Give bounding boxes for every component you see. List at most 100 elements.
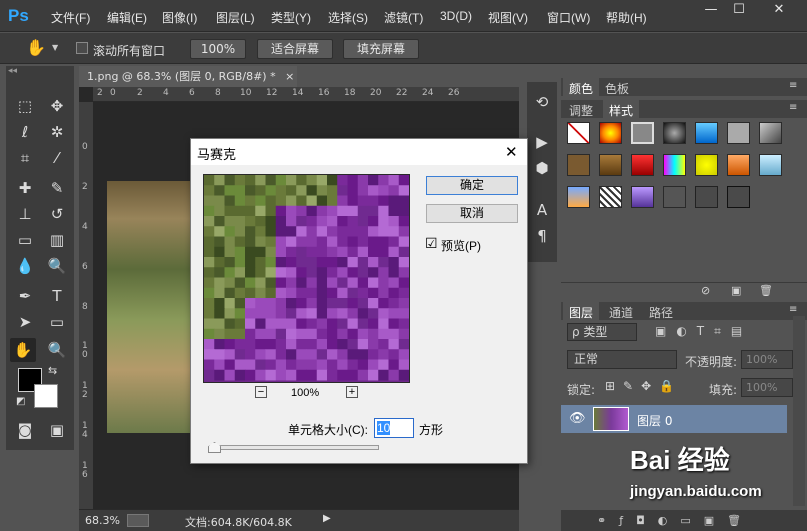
- paragraph-panel-icon[interactable]: ¶: [529, 224, 555, 248]
- 3d-panel-icon[interactable]: ⬢: [529, 156, 555, 180]
- menu-window[interactable]: 窗口(W): [547, 9, 590, 26]
- zoom-level[interactable]: 68.3%: [85, 514, 120, 527]
- style-swatch[interactable]: [631, 186, 654, 208]
- maximize-button[interactable]: ☐: [726, 2, 752, 18]
- status-arrow-icon[interactable]: ▶: [323, 513, 331, 524]
- collapse-icon[interactable]: ◂◂: [8, 66, 17, 76]
- brush-tool-icon[interactable]: ✎: [44, 176, 70, 200]
- quick-mask-icon[interactable]: ◙: [12, 418, 38, 442]
- tab-channels[interactable]: 通道: [609, 304, 633, 321]
- tab-layers[interactable]: 图层: [563, 302, 600, 323]
- scroll-all-checkbox[interactable]: [76, 42, 88, 54]
- filter-preview[interactable]: [203, 174, 410, 383]
- blend-mode-select[interactable]: 正常: [567, 350, 677, 369]
- preview-checkbox[interactable]: ☑: [425, 235, 438, 252]
- zoom-100-button[interactable]: 100%: [190, 39, 246, 59]
- layer-kind-filter[interactable]: ρ 类型: [567, 323, 637, 341]
- gradient-tool-icon[interactable]: ▥: [44, 228, 70, 252]
- style-swatch[interactable]: [663, 186, 686, 208]
- delete-style-icon[interactable]: 🗑: [759, 284, 773, 297]
- style-swatch[interactable]: [567, 186, 590, 208]
- menu-image[interactable]: 图像(I): [162, 9, 197, 26]
- panel-menu-icon[interactable]: ≡: [789, 80, 797, 91]
- rectangle-tool-icon[interactable]: ▭: [44, 310, 70, 334]
- hand-tool-icon[interactable]: ✋: [10, 338, 36, 362]
- style-swatch[interactable]: [631, 122, 654, 144]
- dodge-tool-icon[interactable]: 🔍: [44, 254, 70, 278]
- dialog-titlebar[interactable]: 马赛克 ✕: [191, 139, 527, 165]
- style-swatch[interactable]: [727, 154, 750, 176]
- panel-menu-icon[interactable]: ≡: [789, 304, 797, 315]
- document-tab[interactable]: 1.png @ 68.3% (图层 0, RGB/8#) * ×: [79, 66, 297, 87]
- lock-icons[interactable]: ⊞✎✥🔒: [605, 379, 682, 393]
- menu-help[interactable]: 帮助(H): [606, 9, 647, 26]
- layers-scrollbar[interactable]: [793, 316, 805, 506]
- fit-screen-button[interactable]: 适合屏幕: [257, 39, 333, 59]
- layer-name[interactable]: 图层 0: [637, 412, 672, 429]
- style-swatch[interactable]: [759, 154, 782, 176]
- menu-3d[interactable]: 3D(D): [440, 9, 472, 23]
- menu-type[interactable]: 类型(Y): [271, 9, 311, 26]
- default-colors-icon[interactable]: ◩: [16, 396, 25, 407]
- menu-select[interactable]: 选择(S): [328, 9, 368, 26]
- screen-mode-icon[interactable]: ▣: [44, 418, 70, 442]
- visibility-eye-icon[interactable]: 👁: [569, 411, 586, 426]
- layer-filter-icons[interactable]: ▣◐T⌗▤: [655, 324, 752, 339]
- style-swatch[interactable]: [567, 122, 590, 144]
- healing-brush-tool-icon[interactable]: ✚: [12, 176, 38, 200]
- menu-filter[interactable]: 滤镜(T): [384, 9, 423, 26]
- document-tab-close-icon[interactable]: ×: [285, 70, 294, 83]
- menu-edit[interactable]: 编辑(E): [107, 9, 147, 26]
- tab-swatches[interactable]: 色板: [605, 80, 629, 97]
- eyedropper-tool-icon[interactable]: ⁄: [44, 146, 70, 170]
- style-swatch[interactable]: [727, 186, 750, 208]
- style-swatch[interactable]: [759, 122, 782, 144]
- tab-styles[interactable]: 样式: [603, 100, 640, 121]
- status-options-icon[interactable]: [127, 514, 149, 527]
- style-swatch[interactable]: [695, 122, 718, 144]
- ok-button[interactable]: 确定: [426, 176, 518, 195]
- close-window-button[interactable]: ✕: [758, 2, 800, 18]
- history-panel-icon[interactable]: ⟲: [529, 90, 555, 114]
- tab-paths[interactable]: 路径: [649, 304, 673, 321]
- menu-view[interactable]: 视图(V): [488, 9, 528, 26]
- clear-style-icon[interactable]: ⊘: [701, 284, 710, 297]
- style-swatch[interactable]: [599, 154, 622, 176]
- zoom-tool-icon[interactable]: 🔍: [44, 338, 70, 362]
- swap-colors-icon[interactable]: ⇆: [48, 364, 57, 377]
- cell-size-input[interactable]: 10: [374, 418, 414, 438]
- menu-layer[interactable]: 图层(L): [216, 9, 255, 26]
- actions-panel-icon[interactable]: ▶: [529, 130, 555, 154]
- magic-wand-tool-icon[interactable]: ✲: [44, 120, 70, 144]
- style-swatch[interactable]: [663, 154, 686, 176]
- type-tool-icon[interactable]: T: [44, 284, 70, 308]
- cell-size-slider-thumb[interactable]: [208, 442, 221, 453]
- background-color-swatch[interactable]: [34, 384, 58, 408]
- style-swatch[interactable]: [695, 186, 718, 208]
- lasso-tool-icon[interactable]: ℓ: [12, 120, 38, 144]
- dialog-close-icon[interactable]: ✕: [505, 143, 518, 161]
- style-swatch[interactable]: [599, 186, 622, 208]
- layers-footer-icons[interactable]: ⚭ƒ◘◐▭▣🗑: [561, 510, 807, 531]
- fill-input[interactable]: 100%: [741, 378, 793, 397]
- preview-zoom-in-button[interactable]: +: [346, 386, 358, 398]
- path-selection-tool-icon[interactable]: ➤: [12, 310, 38, 334]
- style-swatch[interactable]: [663, 122, 686, 144]
- crop-tool-icon[interactable]: ⌗: [12, 146, 38, 170]
- hand-tool-icon[interactable]: ✋: [26, 38, 46, 57]
- cell-size-slider-track[interactable]: [209, 445, 379, 450]
- fill-screen-button[interactable]: 填充屏幕: [343, 39, 419, 59]
- menu-file[interactable]: 文件(F): [51, 9, 90, 26]
- style-swatch[interactable]: [567, 154, 590, 176]
- minimize-button[interactable]: —: [698, 2, 724, 18]
- style-swatch[interactable]: [599, 122, 622, 144]
- layer-row[interactable]: 👁 图层 0: [561, 405, 787, 433]
- marquee-tool-icon[interactable]: ⬚: [12, 94, 38, 118]
- cancel-button[interactable]: 取消: [426, 204, 518, 223]
- eraser-tool-icon[interactable]: ▭: [12, 228, 38, 252]
- tab-color[interactable]: 颜色: [563, 78, 600, 99]
- tool-preset-chevron-icon[interactable]: ▼: [52, 43, 58, 52]
- blur-tool-icon[interactable]: 💧: [12, 254, 38, 278]
- character-panel-icon[interactable]: A: [529, 198, 555, 222]
- tab-adjustments[interactable]: 调整: [569, 102, 593, 119]
